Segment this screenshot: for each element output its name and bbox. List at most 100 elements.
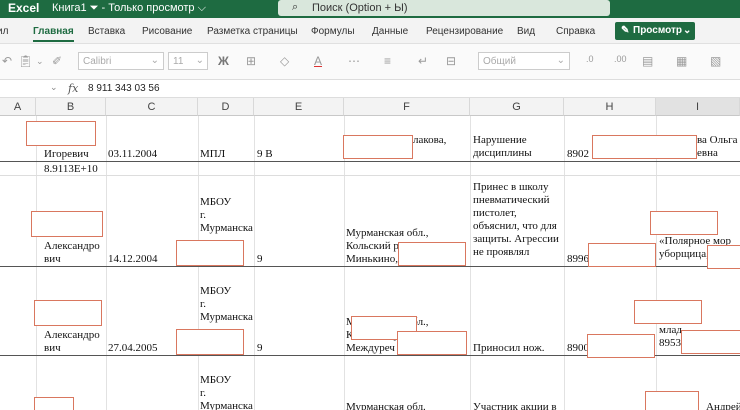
cell-d1[interactable]: МПЛ [200,148,225,161]
tab-data[interactable]: Данные [372,26,408,37]
title-bar: Excel Книга1 ⏷ - Только просмотр ⌵ ⌕ Пои… [0,0,740,18]
cell-i1[interactable]: ва Ольга евна [697,134,738,160]
tab-insert[interactable]: Вставка [88,26,125,37]
redaction-box [397,331,467,355]
column-header-b[interactable]: B [36,98,106,116]
redaction-box [592,135,697,159]
cell-b3[interactable]: Александро вич [44,240,100,266]
redaction-box [343,135,413,159]
increase-decimal-icon[interactable]: .0 [586,54,594,64]
pencil-icon: ✎ [621,25,630,36]
column-header-e[interactable]: E [254,98,344,116]
redaction-box [645,391,699,410]
redaction-box [707,245,740,269]
merge-icon[interactable]: ⊟ [446,54,456,68]
view-mode-label: Просмотр [633,25,682,36]
tab-review[interactable]: Рецензирование [426,26,503,37]
decrease-decimal-icon[interactable]: .00 [614,54,627,64]
search-icon: ⌕ [292,1,299,13]
chevron-down-icon: ⌄ [683,25,692,36]
cell-e4[interactable]: 9 [257,342,263,355]
redaction-box [587,334,655,358]
bold-button[interactable]: Ж [218,54,229,68]
row-border [0,175,740,176]
ribbon-tabs: ил Главная Вставка Рисование Разметка ст… [0,18,740,44]
font-color-icon[interactable]: A [314,54,322,68]
tab-draw[interactable]: Рисование [142,26,192,37]
number-format-select[interactable]: Общий ⌄ [478,52,570,70]
font-name-value: Calibri [83,56,112,67]
cell-b4[interactable]: Александро вич [44,329,100,355]
cell-g1[interactable]: Нарушение дисциплины [473,134,532,160]
formula-bar: ⌄ fx 8 911 343 03 56 [0,80,740,98]
tab-formulas[interactable]: Формулы [311,26,355,37]
cell-c4[interactable]: 27.04.2005 [108,342,158,355]
number-format-value: Общий [483,56,516,67]
cell-h4[interactable]: 8900 [567,342,589,355]
cell-d5[interactable]: МБОУ г. Мурманска [200,374,253,410]
column-header-g[interactable]: G [470,98,564,116]
cell-b1[interactable]: Игоревич [44,148,89,161]
tab-view[interactable]: Вид [517,26,535,37]
clipboard-icon[interactable]: 📋︎ [18,54,33,68]
cell-styles-icon[interactable]: ▧ [710,54,721,68]
align-icon[interactable]: ≡ [384,54,391,68]
redaction-box [176,240,244,266]
cell-g5[interactable]: Участник акции в [473,401,557,410]
chevron-down-icon: ⌄ [150,55,159,66]
chevron-down-icon: ⌄ [556,55,565,66]
chevron-down-icon[interactable]: ⌄ [50,82,58,93]
cell-d4[interactable]: МБОУ г. Мурманска [200,285,253,324]
redaction-box [26,121,96,146]
column-header-f[interactable]: F [344,98,470,116]
format-as-table-icon[interactable]: ▦ [676,54,687,68]
cell-e3[interactable]: 9 [257,253,263,266]
cell-d3[interactable]: МБОУ г. Мурманска [200,196,253,235]
search-box[interactable]: ⌕ Поиск (Option + Ы) [278,0,610,16]
formula-value[interactable]: 8 911 343 03 56 [88,83,160,94]
column-header-h[interactable]: H [564,98,656,116]
cell-c1[interactable]: 03.11.2004 [108,148,157,161]
cell-e1[interactable]: 9 В [257,148,273,161]
tab-home[interactable]: Главная [33,26,74,42]
chevron-down-icon: ⌄ [195,55,204,66]
tab-page-layout[interactable]: Разметка страницы [207,26,298,37]
workbook-title[interactable]: Книга1 ⏷ - Только просмотр ⌵ [52,2,206,15]
more-icon[interactable]: ⋯ [348,54,360,68]
cell-i5[interactable]: Андрей [706,401,740,410]
column-header-a[interactable]: A [0,98,36,116]
conditional-format-icon[interactable]: ▤ [642,54,653,68]
cell-c3[interactable]: 14.12.2004 [108,253,158,266]
cell-b2[interactable]: 8.9113E+10 [44,163,98,176]
redaction-box [176,329,244,355]
format-painter-icon[interactable]: ✐ [52,54,62,68]
cell-g3[interactable]: Принес в школу пневматический пистолет, … [473,181,559,259]
redaction-box [634,300,702,324]
fill-color-icon[interactable]: ◇ [280,54,289,68]
cell-f1[interactable]: лакова, [413,134,446,147]
cell-f5[interactable]: Мурманская обл. [346,401,426,410]
undo-icon[interactable]: ↶ [2,54,12,68]
redaction-box [650,211,718,235]
redaction-box [34,397,74,410]
tab-file-fragment[interactable]: ил [0,26,8,37]
cell-h1[interactable]: 8902 [567,148,589,161]
font-size-select[interactable]: 11 ⌄ [168,52,208,70]
cell-g4[interactable]: Приносил нож. [473,342,544,355]
ribbon-toolbar: ↶ 📋︎ ⌄ ✐ Calibri ⌄ 11 ⌄ Ж ⊞ ◇ A ⋯ ≡ ↵ ⊟ … [0,44,740,80]
column-header-c[interactable]: C [106,98,198,116]
borders-icon[interactable]: ⊞ [246,54,256,68]
fx-icon[interactable]: fx [68,82,78,95]
column-header-i[interactable]: I [656,98,740,116]
cell-h3[interactable]: 8996 [567,253,589,266]
font-name-select[interactable]: Calibri ⌄ [78,52,164,70]
tab-help[interactable]: Справка [556,26,595,37]
redaction-box [681,330,740,354]
redaction-box [34,300,102,326]
view-mode-button[interactable]: ✎ Просмотр ⌄ [615,22,695,40]
column-header-d[interactable]: D [198,98,254,116]
search-placeholder: Поиск (Option + Ы) [312,2,408,14]
row-border [0,161,740,162]
chevron-down-icon[interactable]: ⌄ [36,56,44,67]
wrap-text-icon[interactable]: ↵ [418,54,428,68]
